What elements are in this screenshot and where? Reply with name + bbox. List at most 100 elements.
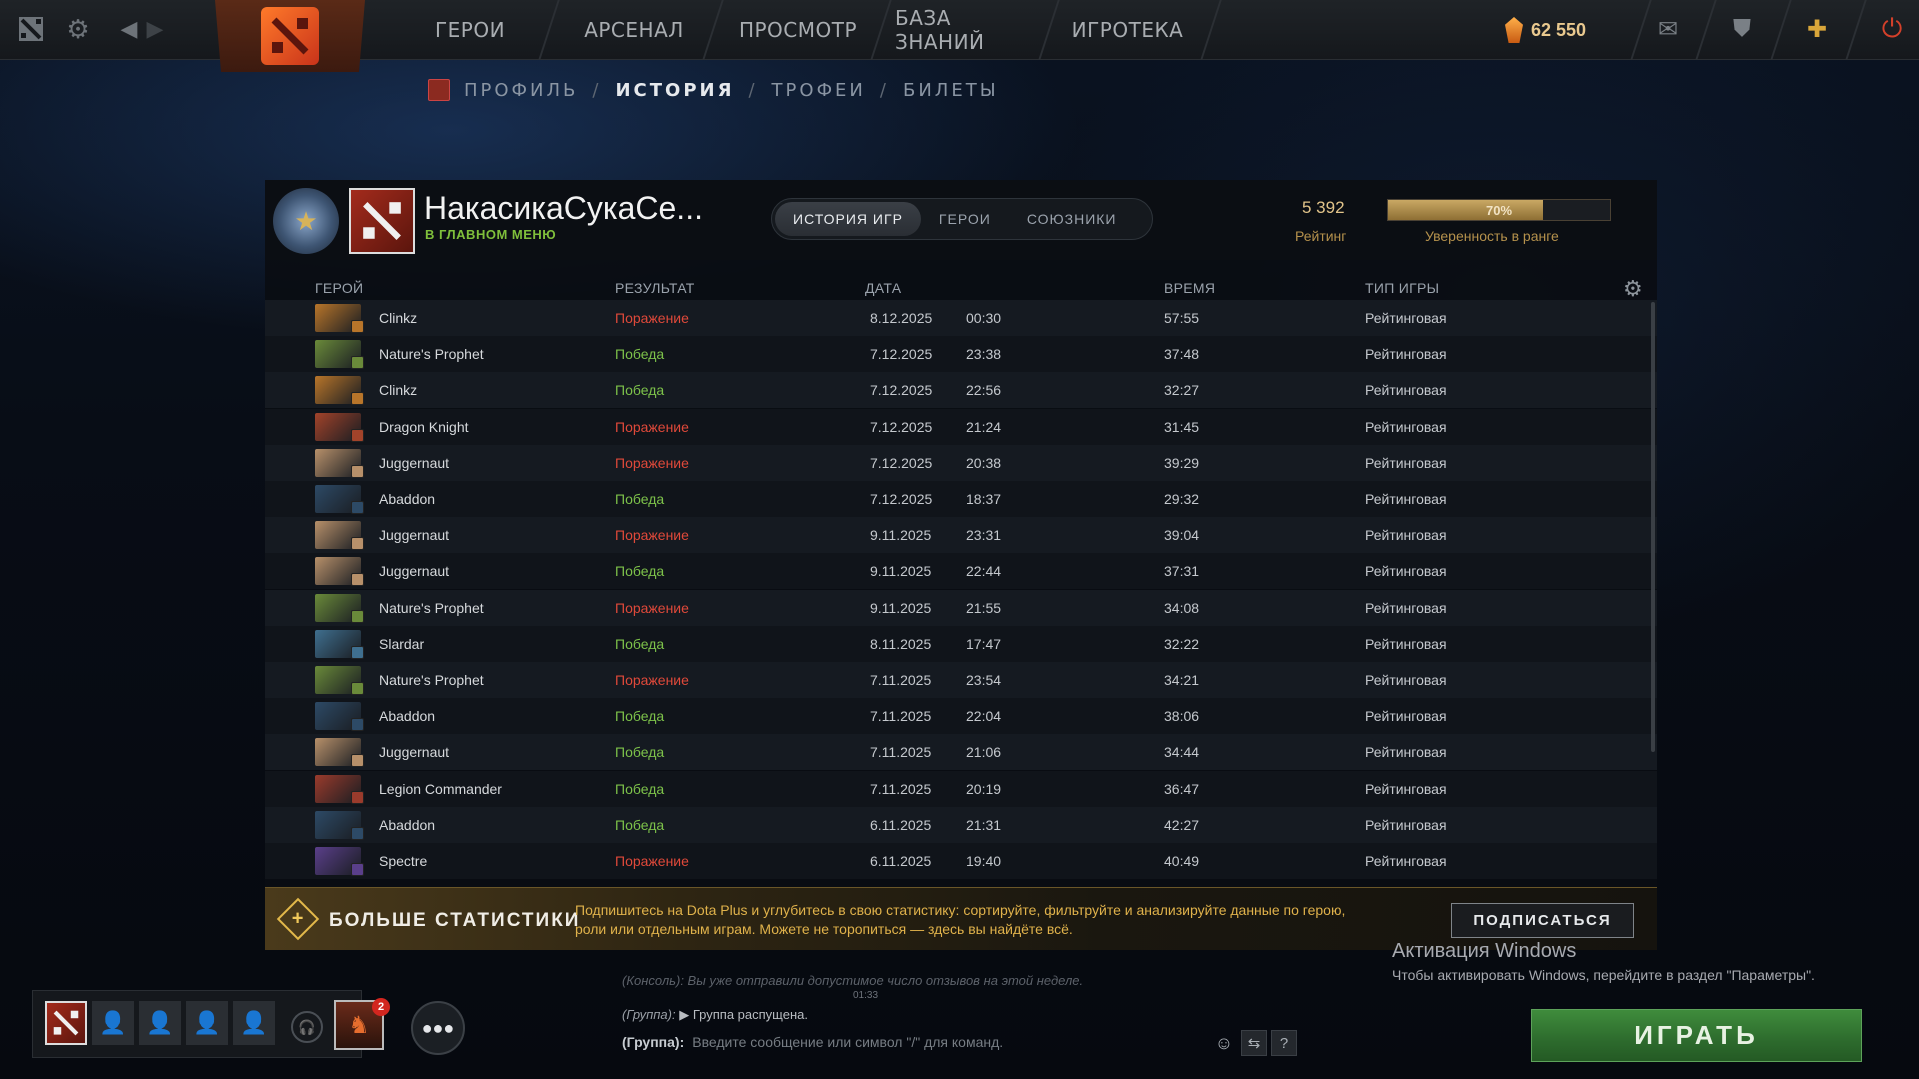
rank-confidence-bar: 70%: [1387, 199, 1611, 221]
role-icon: [351, 609, 364, 623]
nav-separator: [870, 0, 892, 60]
party-slot-empty[interactable]: 👤: [186, 1001, 228, 1045]
windows-activation-subtitle: Чтобы активировать Windows, перейдите в …: [1392, 967, 1815, 983]
table-scrollbar[interactable]: [1651, 302, 1655, 752]
party-slot-empty[interactable]: 👤: [233, 1001, 275, 1045]
table-row[interactable]: Juggernaut Победа 9.11.2025 22:44 37:31 Рейти…: [265, 553, 1657, 590]
nav-knowledge-base[interactable]: БАЗА ЗНАНИЙ: [895, 0, 1030, 60]
voice-chat-icon[interactable]: 🎧: [291, 1011, 323, 1043]
power-icon[interactable]: ⏻: [1872, 12, 1912, 46]
nav-separator: [1770, 0, 1792, 60]
match-time: 22:04: [966, 708, 1002, 725]
table-row[interactable]: Clinkz Победа 7.12.2025 22:56 32:27 Рейтингов…: [265, 372, 1657, 409]
table-row[interactable]: Nature's Prophet Поражение 9.11.2025 21:55 3…: [265, 589, 1657, 626]
match-result: Поражение: [615, 672, 689, 688]
subnav-tickets[interactable]: БИЛЕТЫ: [903, 80, 999, 101]
chat-message-text: Группа распущена.: [692, 1007, 808, 1022]
nav-heroes[interactable]: ГЕРОИ: [420, 0, 520, 60]
role-icon: [351, 464, 364, 478]
table-row[interactable]: Juggernaut Поражение 7.12.2025 20:38 39:29 Ре…: [265, 444, 1657, 481]
col-type-header[interactable]: ТИП ИГРЫ: [1365, 280, 1439, 296]
chat-input[interactable]: (Группа): Введите сообщение или символ "…: [616, 1027, 1301, 1057]
table-row[interactable]: Juggernaut Победа 7.11.2025 21:06 34:44 Рейти…: [265, 734, 1657, 771]
match-result: Поражение: [615, 418, 689, 435]
match-time: 21:31: [966, 816, 1002, 833]
nav-separator: [1200, 0, 1222, 60]
col-date-header[interactable]: ДАТА: [865, 280, 901, 296]
subscribe-button[interactable]: ПОДПИСАТЬСЯ: [1451, 903, 1634, 938]
role-icon: [351, 718, 364, 732]
windows-activation-watermark: Активация Windows Чтобы активировать Win…: [1392, 940, 1815, 983]
match-type: Рейтинговая: [1365, 816, 1447, 833]
col-duration-header[interactable]: ВРЕМЯ: [1164, 280, 1215, 296]
emoji-icon[interactable]: ☺: [1211, 1030, 1237, 1056]
match-type: Рейтинговая: [1365, 599, 1447, 616]
chat-wheel-icon[interactable]: ⇆: [1241, 1030, 1267, 1056]
match-duration: 31:45: [1164, 418, 1200, 435]
table-row[interactable]: Legion Commander Победа 7.11.2025 20:19 36:4…: [265, 770, 1657, 807]
shards-value: 62 550: [1531, 19, 1587, 40]
subnav-profile[interactable]: ПРОФИЛЬ: [464, 80, 578, 101]
match-result: Поражение: [615, 853, 689, 869]
tab-allies[interactable]: СОЮЗНИКИ: [1009, 202, 1135, 236]
help-icon[interactable]: ?: [1271, 1030, 1297, 1056]
match-duration: 40:49: [1164, 853, 1200, 869]
dota-plus-icon[interactable]: ✚: [1797, 12, 1837, 46]
match-type: Рейтинговая: [1365, 454, 1447, 471]
table-row[interactable]: Nature's Prophet Поражение 7.11.2025 23:54 3…: [265, 662, 1657, 698]
match-duration: 39:04: [1164, 527, 1200, 544]
match-type: Рейтинговая: [1365, 853, 1447, 869]
match-time: 00:30: [966, 310, 1002, 326]
armory-icon[interactable]: ⛊: [1722, 12, 1762, 46]
party-slot-empty[interactable]: 👤: [92, 1001, 134, 1045]
table-row[interactable]: Clinkz Поражение 8.12.2025 00:30 57:55 Рейтин…: [265, 300, 1657, 336]
forward-arrow-icon[interactable]: ▶: [138, 12, 172, 46]
avatar[interactable]: [349, 188, 415, 254]
hero-name: Abaddon: [379, 491, 436, 507]
table-row[interactable]: Slardar Победа 8.11.2025 17:47 32:22 Рейтинго…: [265, 625, 1657, 662]
rank-medal-icon[interactable]: ★: [273, 188, 339, 254]
mail-icon[interactable]: ✉: [1648, 12, 1688, 46]
nav-separator: [538, 0, 560, 60]
chat-input-channel[interactable]: (Группа):: [622, 1034, 684, 1050]
match-result: Победа: [615, 346, 665, 363]
nav-arsenal[interactable]: АРСЕНАЛ: [574, 0, 694, 60]
dota-logo-icon[interactable]: [14, 12, 48, 46]
table-row[interactable]: Spectre Поражение 6.11.2025 19:40 40:49 Рейти…: [265, 843, 1657, 879]
rank-confidence-text: 70%: [1485, 202, 1513, 218]
table-row[interactable]: Juggernaut Поражение 9.11.2025 23:31 39:04 Ре…: [265, 517, 1657, 554]
nav-arcade[interactable]: ИГРОТЕКА: [1070, 0, 1185, 60]
match-result: Победа: [615, 708, 665, 725]
hero-name: Nature's Prophet: [379, 672, 484, 688]
match-type: Рейтинговая: [1365, 708, 1447, 725]
shards-counter[interactable]: 62 550: [1505, 12, 1586, 48]
tab-match-history[interactable]: ИСТОРИЯ ИГР: [775, 202, 921, 236]
table-row[interactable]: Abaddon Победа 7.12.2025 18:37 29:32 Рейтинго…: [265, 481, 1657, 517]
role-icon: [351, 320, 364, 333]
party-slot-empty[interactable]: 👤: [139, 1001, 181, 1045]
subnav-trophies[interactable]: ТРОФЕИ: [772, 80, 866, 101]
chat-input-placeholder[interactable]: Введите сообщение или символ "/" для ком…: [692, 1034, 1003, 1050]
col-hero-header[interactable]: ГЕРОЙ: [315, 280, 363, 296]
home-logo-button[interactable]: [215, 0, 365, 72]
table-settings-gear-icon[interactable]: ⚙: [1623, 276, 1643, 302]
table-row[interactable]: Abaddon Победа 7.11.2025 22:04 38:06 Рейтинго…: [265, 698, 1657, 735]
match-type: Рейтинговая: [1365, 491, 1447, 507]
settings-gear-icon[interactable]: ⚙: [61, 12, 95, 46]
match-date: 8.11.2025: [870, 635, 932, 652]
tab-heroes[interactable]: ГЕРОИ: [921, 202, 1009, 236]
party-slot-self[interactable]: [45, 1001, 87, 1045]
table-row[interactable]: Abaddon Победа 6.11.2025 21:31 42:27 Рейтинго…: [265, 806, 1657, 843]
table-row[interactable]: Nature's Prophet Победа 7.12.2025 23:38 37:4…: [265, 336, 1657, 373]
hero-name: Spectre: [379, 853, 428, 869]
role-icon: [351, 573, 364, 587]
nav-watch[interactable]: ПРОСМОТР: [738, 0, 858, 60]
col-result-header[interactable]: РЕЗУЛЬТАТ: [615, 280, 695, 296]
subnav-history[interactable]: ИСТОРИЯ: [615, 80, 734, 101]
play-button[interactable]: ИГРАТЬ: [1531, 1009, 1862, 1062]
match-duration: 29:32: [1164, 491, 1200, 507]
play-icon: ▶: [679, 1007, 693, 1022]
group-finder-icon[interactable]: ●●●: [411, 1001, 465, 1055]
table-row[interactable]: Dragon Knight Поражение 7.12.2025 21:24 31:4…: [265, 408, 1657, 445]
match-time: 18:37: [966, 491, 1002, 507]
